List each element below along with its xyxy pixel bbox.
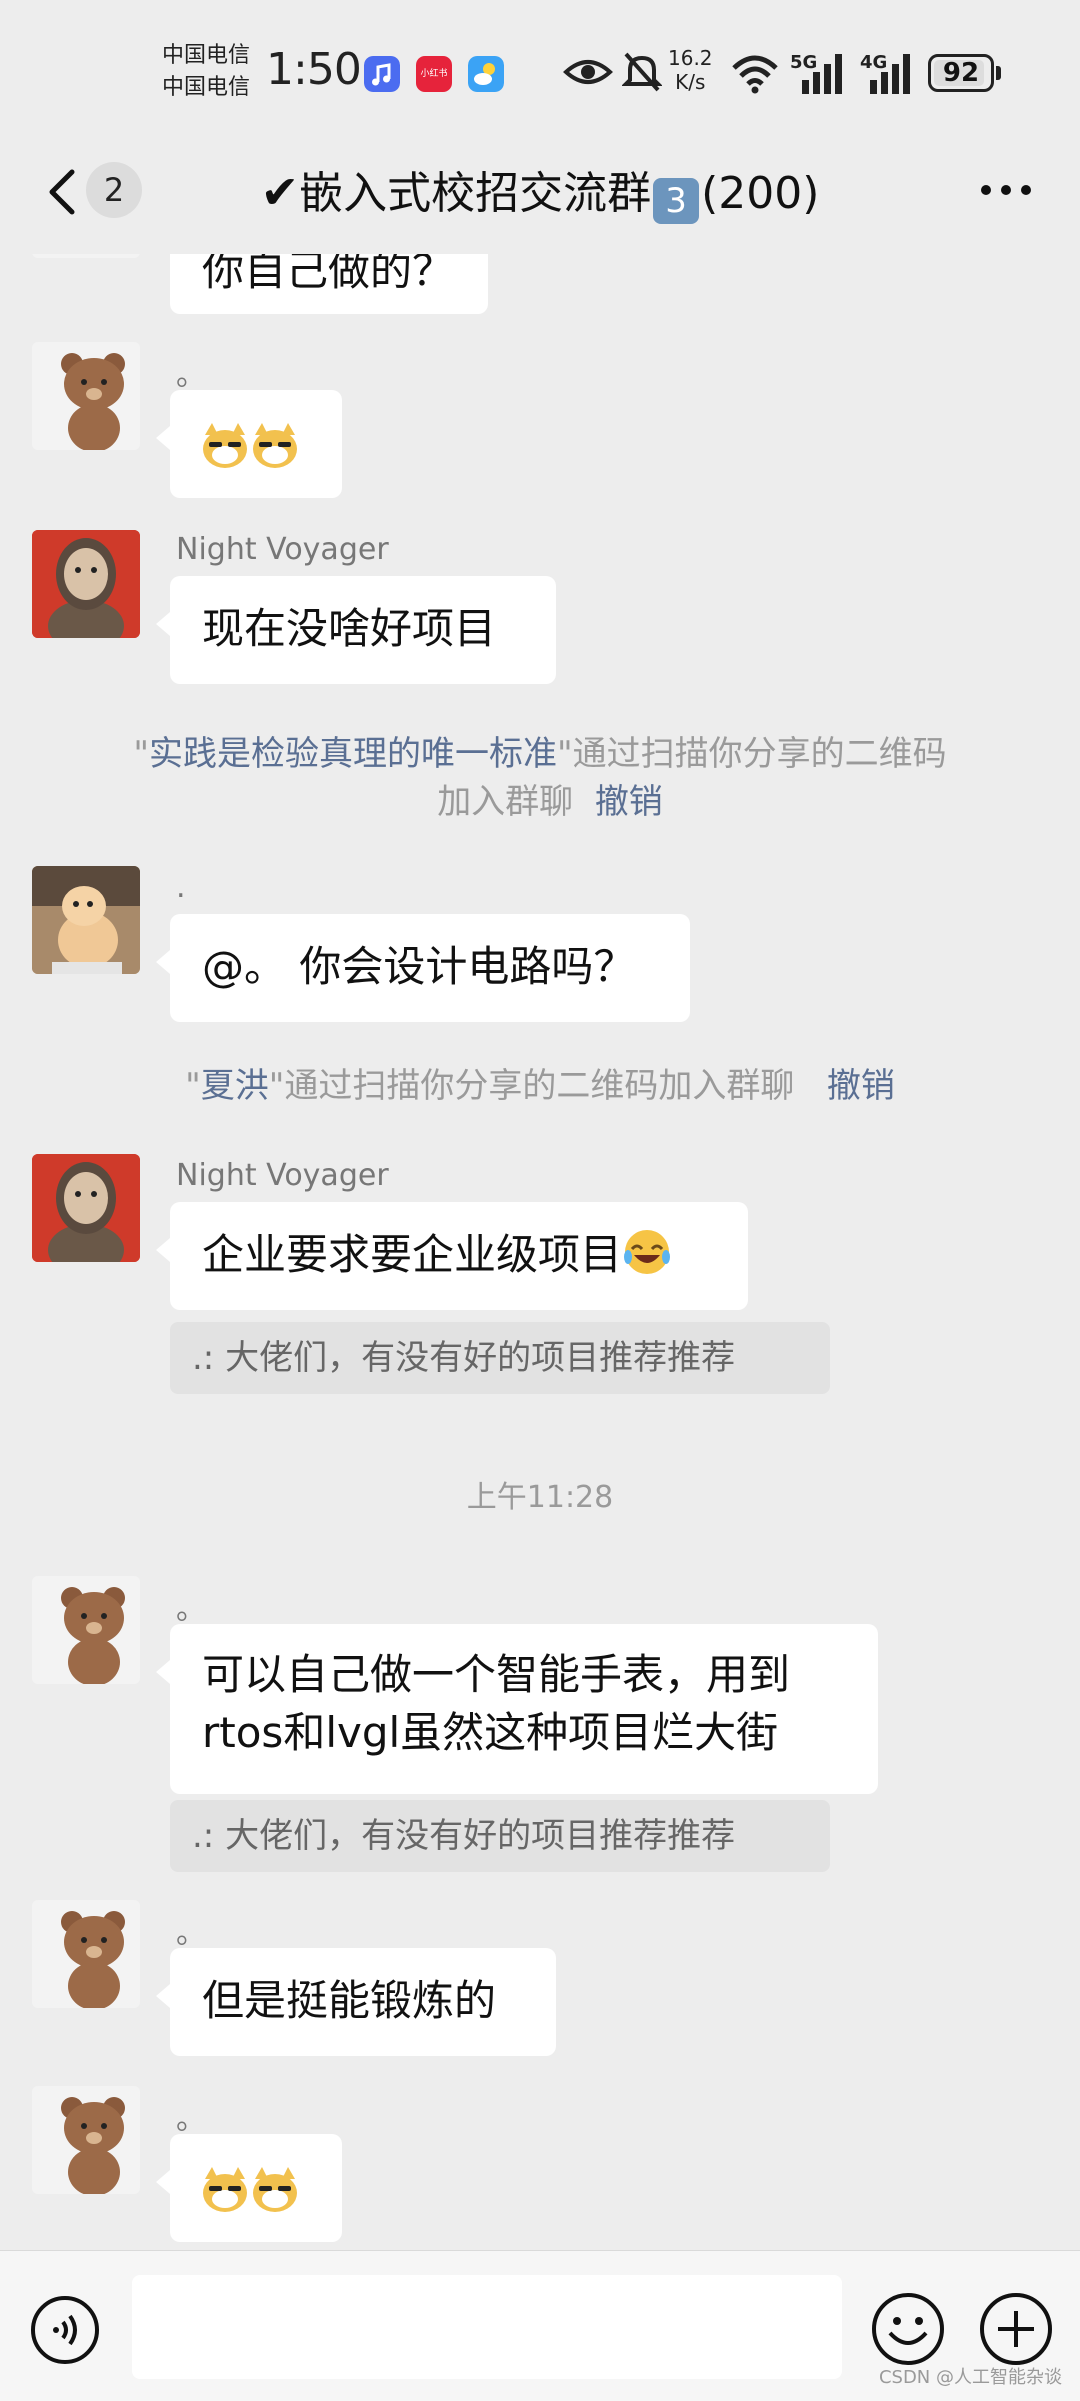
message-bubble[interactable]: @。 你会设计电路吗？ — [156, 914, 690, 1022]
message-bubble[interactable] — [156, 2134, 342, 2242]
doge-emoji-icon — [203, 422, 247, 468]
quoted-text: .: 大佬们，有没有好的项目推荐推荐 — [192, 1338, 736, 1378]
message-bubble[interactable]: 你自己做的？ — [170, 254, 488, 314]
check-icon: ✔ — [260, 165, 300, 219]
message-text-line: 可以自己做一个智能手表，用到 — [202, 1650, 791, 1699]
battery-cap — [996, 66, 1001, 80]
quoted-reply[interactable]: .: 大佬们，有没有好的项目推荐推荐 — [170, 1800, 830, 1872]
more-options-icon[interactable] — [978, 182, 1034, 198]
carrier-1: 中国电信 — [162, 43, 251, 68]
keycap-three-emoji: 3 — [653, 178, 700, 224]
doge-emoji-icon — [253, 2166, 297, 2212]
avatar[interactable] — [32, 2086, 140, 2194]
message-text: 现在没啥好项目 — [202, 604, 497, 653]
member-name-link[interactable]: 夏洪 — [201, 1066, 269, 1106]
signal-icon — [870, 54, 910, 94]
member-count: (200) — [701, 168, 820, 219]
sender-name: . — [176, 870, 186, 905]
plus-icon[interactable] — [978, 2291, 1054, 2367]
message-bubble[interactable]: 企业要求要企业级项目 — [156, 1202, 748, 1310]
message-bubble[interactable] — [156, 390, 342, 498]
message-text: 你自己做的？ — [202, 254, 455, 295]
watermark: CSDN @人工智能杂谈 — [878, 2367, 1062, 2388]
mute-bell-icon — [622, 52, 662, 92]
message-text-line: rtos和lvgl虽然这种项目烂大街 — [202, 1708, 779, 1757]
weather-icon — [468, 56, 504, 92]
system-message: "夏洪"通过扫描你分享的二维码加入群聊 撤销 — [0, 1062, 1080, 1110]
battery-percent: 92 — [942, 58, 980, 88]
message-text: @。 你会设计电路吗？ — [202, 942, 636, 991]
system-quote: " — [133, 734, 149, 774]
message-text: 企业要求要企业级项目 — [202, 1230, 623, 1279]
network-speed-unit: K/s — [675, 70, 706, 94]
avatar[interactable] — [32, 866, 140, 974]
member-name-link[interactable]: 实践是检验真理的唯一标准 — [149, 734, 557, 774]
system-quote: " — [185, 1066, 201, 1106]
message-list[interactable]: 你自己做的？ 。 Night Voyager 现在没啥好项目 "实践是检验真理的… — [0, 254, 1080, 2250]
carrier-2: 中国电信 — [162, 75, 251, 100]
status-bar: 中国电信 中国电信 1:50 小红书 16.2 K/s 5G 4G 92 — [0, 0, 1080, 142]
group-name: 嵌入式校招交流群 — [299, 168, 652, 219]
sender-name: 。 — [176, 1592, 206, 1627]
message-text: 但是挺能锻炼的 — [202, 1976, 497, 2025]
sender-name: 。 — [176, 358, 206, 393]
message-bubble[interactable]: 现在没啥好项目 — [156, 576, 556, 684]
revoke-link[interactable]: 撤销 — [827, 1066, 895, 1106]
carrier-info: 中国电信 中国电信 — [162, 40, 250, 104]
doge-emoji-icon — [253, 422, 297, 468]
quoted-text: .: 大佬们，有没有好的项目推荐推荐 — [192, 1816, 736, 1856]
network-speed-value: 16.2 — [668, 46, 713, 70]
emoji-icon[interactable] — [870, 2291, 946, 2367]
chat-title: ✔嵌入式校招交流群 3 (200) — [0, 164, 1080, 224]
avatar[interactable] — [32, 1154, 140, 1262]
wifi-icon — [732, 55, 778, 94]
message-bubble[interactable]: 可以自己做一个智能手表，用到 rtos和lvgl虽然这种项目烂大街 — [156, 1624, 878, 1794]
battery-icon: 92 — [928, 54, 994, 92]
xiaohongshu-icon: 小红书 — [416, 56, 452, 92]
system-message: "实践是检验真理的唯一标准"通过扫描你分享的二维码 加入群聊 撤销 — [0, 730, 1080, 826]
quoted-reply[interactable]: .: 大佬们，有没有好的项目推荐推荐 — [170, 1322, 830, 1394]
tears-of-joy-emoji-icon — [624, 1230, 671, 1274]
avatar[interactable] — [32, 342, 140, 450]
input-bar: CSDN @人工智能杂谈 — [0, 2250, 1080, 2401]
sender-name: Night Voyager — [176, 532, 389, 567]
music-icon — [364, 56, 400, 92]
timestamp: 上午11:28 — [466, 1480, 614, 1515]
message-bubble[interactable]: 但是挺能锻炼的 — [156, 1948, 556, 2056]
voice-input-icon[interactable] — [30, 2295, 100, 2365]
sender-name: 。 — [176, 1916, 206, 1951]
sender-name: 。 — [176, 2102, 206, 2137]
network-speed: 16.2 K/s — [668, 46, 713, 94]
system-text: "通过扫描你分享的二维码 — [557, 734, 947, 774]
avatar[interactable] — [32, 530, 140, 638]
eye-icon — [563, 60, 613, 84]
revoke-link[interactable]: 撤销 — [595, 782, 663, 822]
system-text: 加入群聊 — [437, 782, 574, 822]
status-time: 1:50 — [266, 44, 362, 95]
avatar[interactable] — [32, 1576, 140, 1684]
doge-emoji-icon — [203, 2166, 247, 2212]
avatar[interactable] — [32, 1900, 140, 2008]
sender-name: Night Voyager — [176, 1158, 389, 1193]
system-text: "通过扫描你分享的二维码加入群聊 — [268, 1066, 795, 1106]
message-input[interactable] — [132, 2275, 842, 2379]
avatar[interactable] — [32, 254, 140, 258]
signal-icon — [802, 54, 842, 94]
